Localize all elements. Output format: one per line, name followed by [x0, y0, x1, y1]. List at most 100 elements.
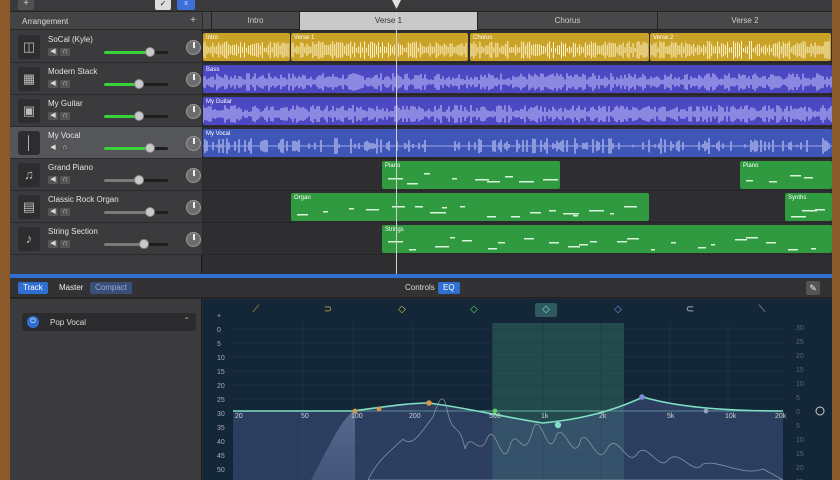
piano-region[interactable]: Piano [382, 161, 560, 189]
vocal-region[interactable]: My Vocal [203, 129, 832, 157]
mute-icon[interactable]: ◀ [48, 144, 58, 152]
volume-knob[interactable] [133, 79, 144, 89]
track-header[interactable]: ◫ SoCal (Kyle) ◀ ∩ [10, 31, 202, 63]
drum-region[interactable]: Intro [203, 33, 290, 61]
add-section-button[interactable]: + [190, 15, 196, 26]
power-icon[interactable]: ⏻ [27, 316, 39, 328]
volume-slider[interactable] [104, 239, 168, 249]
volume-knob[interactable] [144, 47, 155, 57]
eq-button[interactable]: EQ [438, 282, 460, 294]
piano-region[interactable]: Piano [740, 161, 832, 189]
volume-slider[interactable] [104, 79, 168, 89]
tab-compact[interactable]: Compact [90, 282, 133, 294]
low-cut-icon[interactable]: ⟋ [245, 303, 267, 317]
band-high-mid-icon[interactable]: ◇ [535, 303, 557, 317]
drum-region[interactable]: Verse 2 [650, 33, 831, 61]
mute-icon[interactable]: ◀ [48, 176, 58, 184]
tab-track[interactable]: Track [18, 282, 48, 294]
section-verse-1[interactable]: Verse 1 [299, 12, 477, 30]
frequency-label: 5k [667, 413, 675, 420]
volume-slider[interactable] [104, 111, 168, 121]
arrangement-header[interactable]: Arrangement + [10, 12, 202, 30]
arrangement-ruler[interactable]: Intro Verse 1 Chorus Verse 2 [203, 12, 832, 30]
section-intro[interactable]: Intro [211, 12, 299, 30]
pan-knob[interactable] [186, 104, 201, 119]
db-label: 25 [796, 339, 804, 346]
pan-knob[interactable] [186, 200, 201, 215]
band-low-mid-icon[interactable]: ◇ [391, 303, 413, 317]
filter-button[interactable]: ≡ [177, 0, 195, 10]
pan-knob[interactable] [186, 72, 201, 87]
guitar-region[interactable]: My Guitar [203, 97, 832, 125]
editor-bar: Track Master Compact Controls EQ ✎ [10, 278, 832, 298]
volume-level [104, 115, 138, 118]
volume-knob[interactable] [144, 143, 155, 153]
preset-select[interactable]: ⏻ Pop Vocal ⌃ [22, 313, 196, 331]
pencil-icon[interactable]: ✎ [806, 281, 820, 295]
track-header[interactable]: ▣ My Guitar ◀ ∩ [10, 95, 202, 127]
headphones-icon[interactable]: ∩ [60, 176, 70, 184]
add-track-button[interactable]: + [18, 0, 34, 10]
band-presence-icon[interactable]: ◇ [607, 303, 629, 317]
section-verse-2[interactable]: Verse 2 [657, 12, 832, 30]
low-shelf-icon[interactable]: ⊃ [317, 303, 339, 317]
volume-slider[interactable] [104, 207, 168, 217]
edit-mode-button[interactable]: ✓ [155, 0, 171, 10]
db-label: 10 [217, 355, 225, 362]
volume-knob[interactable] [144, 207, 155, 217]
db-label: 30 [796, 325, 804, 332]
mute-icon[interactable]: ◀ [48, 208, 58, 216]
volume-slider[interactable] [104, 175, 168, 185]
headphones-icon[interactable]: ∩ [60, 112, 70, 120]
track-header[interactable]: ▦ Modern Stack ◀ ∩ [10, 63, 202, 95]
band-6-handle [639, 394, 645, 400]
pan-knob[interactable] [186, 136, 201, 151]
strings-region[interactable]: Strings [382, 225, 832, 253]
headphones-icon[interactable]: ∩ [60, 208, 70, 216]
drum-region[interactable]: Verse 1 [291, 33, 468, 61]
amp-icon: ▦ [18, 67, 40, 91]
db-label: 10 [796, 381, 804, 388]
volume-knob[interactable] [133, 175, 144, 185]
frequency-label: 500 [489, 413, 501, 420]
volume-slider[interactable] [104, 143, 168, 153]
tracks-area[interactable]: Intro Verse 1 Chorus Verse 2 Bass My Guitar My… [203, 31, 832, 274]
controls-button[interactable]: Controls [400, 282, 440, 294]
section-chorus[interactable]: Chorus [477, 12, 657, 30]
volume-knob[interactable] [139, 239, 150, 249]
drum-region[interactable]: Chorus [470, 33, 649, 61]
eq-curve-canvas[interactable] [203, 299, 832, 480]
midi-notes [791, 209, 825, 218]
track-header[interactable]: ♫ Grand Piano ◀ ∩ [10, 159, 202, 191]
track-header[interactable]: ♪ String Section ◀ ∩ [10, 223, 202, 255]
track-controls: ◀ ∩ [48, 206, 74, 216]
volume-slider[interactable] [104, 47, 168, 57]
headphones-icon[interactable]: ∩ [60, 80, 70, 88]
synths-region[interactable]: Synths [785, 193, 832, 221]
track-header[interactable]: ▤ Classic Rock Organ ◀ ∩ [10, 191, 202, 223]
band-mid-icon[interactable]: ◇ [463, 303, 485, 317]
headphones-icon[interactable]: ∩ [60, 144, 70, 152]
pan-knob[interactable] [186, 40, 201, 55]
mute-icon[interactable]: ◀ [48, 80, 58, 88]
eq-graph[interactable]: ⟋ ⊃ ◇ ◇ ◇ ◇ ⊂ ⟍ +0 5 10 15 20 25 30 35 40 45 50 30… [203, 299, 832, 480]
pan-knob[interactable] [186, 232, 201, 247]
organ-region[interactable]: Organ [291, 193, 649, 221]
track-controls: ◀ ∩ [48, 110, 74, 120]
playhead[interactable] [396, 12, 397, 274]
bass-region[interactable]: Bass [203, 65, 832, 93]
pan-knob[interactable] [186, 168, 201, 183]
waveform [203, 105, 832, 123]
mute-icon[interactable]: ◀ [48, 48, 58, 56]
mute-icon[interactable]: ◀ [48, 240, 58, 248]
output-gain-knob [815, 406, 825, 416]
tab-master[interactable]: Master [54, 282, 88, 294]
volume-knob[interactable] [133, 111, 144, 121]
headphones-icon[interactable]: ∩ [60, 48, 70, 56]
mute-icon[interactable]: ◀ [48, 112, 58, 120]
track-header[interactable]: │ My Vocal ◀ ∩ [10, 127, 202, 159]
high-shelf-icon[interactable]: ⊂ [679, 303, 701, 317]
frequency-label: 50 [301, 413, 309, 420]
high-cut-icon[interactable]: ⟍ [751, 303, 773, 317]
headphones-icon[interactable]: ∩ [60, 240, 70, 248]
